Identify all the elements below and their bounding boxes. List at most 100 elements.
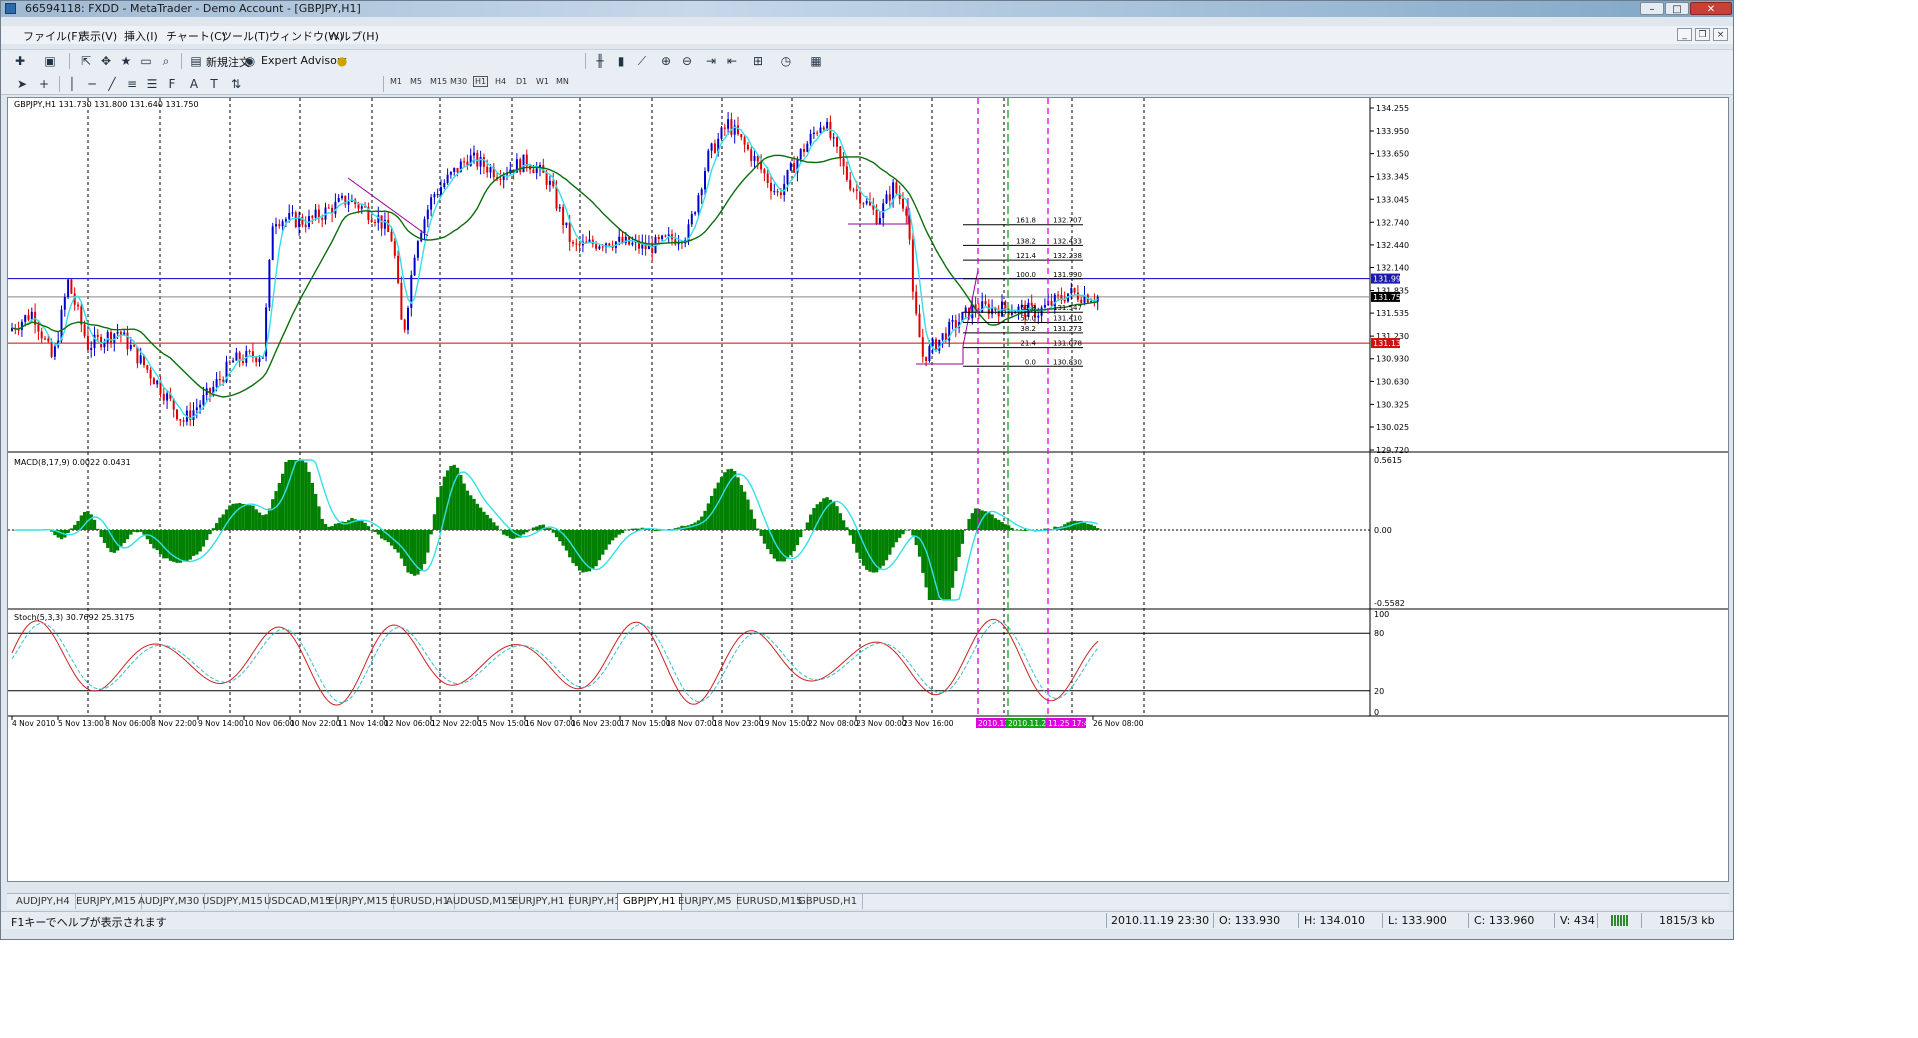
candle-body [964, 307, 967, 313]
menu-chart[interactable]: チャート(C) [166, 28, 226, 44]
timeframe-m1[interactable]: M1 [390, 77, 402, 86]
trendline-icon[interactable]: ╱ [103, 75, 121, 93]
arrows-icon[interactable]: ⇅ [227, 75, 245, 93]
macd-histogram-bar [1092, 525, 1097, 530]
menu-help[interactable]: ヘルプ(H) [329, 28, 379, 44]
zoom-in-icon[interactable]: ⊕ [657, 52, 675, 70]
macd-histogram-bar [422, 530, 427, 564]
candle-body [202, 395, 205, 405]
profiles-icon[interactable]: ▣ [41, 52, 59, 70]
chart-tab[interactable]: GBPJPY,H1 [617, 893, 682, 910]
text-icon[interactable]: A [185, 75, 203, 93]
menu-tools[interactable]: ツール(T) [221, 28, 269, 44]
minimize-button[interactable]: – [1640, 2, 1664, 15]
macd-histogram-bar [208, 530, 212, 535]
chart-tab[interactable]: EURJPY,M5 [673, 894, 738, 909]
macd-histogram-bar [624, 529, 628, 531]
timeframe-m15[interactable]: M15 [430, 77, 447, 86]
new-order-icon[interactable]: ▤ [187, 52, 205, 70]
chart-tab[interactable]: EURJPY,H1 [507, 894, 571, 909]
zoom-out-icon[interactable]: ⊖ [678, 52, 696, 70]
fibonacci-retracement: 161.8 132.707 138.2 132.433 121.4 132.238 100.… [347, 177, 1083, 367]
candle-body [1001, 301, 1003, 317]
terminal-icon[interactable]: ▭ [137, 52, 155, 70]
market-watch-icon[interactable]: ⇱ [77, 52, 95, 70]
candlestick-icon[interactable]: ▮ [612, 52, 630, 70]
maximize-button[interactable]: □ [1665, 2, 1689, 15]
cursor-icon[interactable]: ➤ [13, 75, 31, 93]
candle-body [453, 167, 456, 173]
candle-body [888, 194, 891, 201]
fibo-level-label: 138.2 [1016, 237, 1036, 245]
macd-histogram-bar [908, 529, 912, 530]
status-traffic: 1815/3 kb [1659, 914, 1715, 927]
price-lines [8, 278, 1370, 344]
chart-tab[interactable]: AUDJPY,H4 [11, 894, 76, 909]
timeframe-h4[interactable]: H4 [495, 77, 506, 86]
equidistant-channel-icon[interactable]: ≡ [123, 75, 141, 93]
chart-tab[interactable]: EURJPY,M15 [71, 894, 142, 909]
macd-histogram-bar [779, 530, 783, 562]
mdi-minimize-button[interactable]: _ [1677, 28, 1692, 41]
candle-body [166, 393, 169, 401]
candle-body [436, 194, 439, 196]
stoch-axis-label: 20 [1374, 687, 1384, 696]
new-chart-icon[interactable]: ✚ [11, 52, 29, 70]
strategy-tester-icon[interactable]: ⌕ [157, 52, 175, 70]
line-chart-icon[interactable]: ⟋ [633, 52, 651, 70]
macd-histogram-bar [795, 530, 800, 546]
candle-body [420, 232, 423, 242]
chart-tab[interactable]: EURJPY,M15 [323, 894, 394, 909]
periods-icon[interactable]: ◷ [777, 52, 795, 70]
chart-tab[interactable]: AUDJPY,M30 [133, 894, 206, 909]
timeframe-m5[interactable]: M5 [410, 77, 422, 86]
title-bar[interactable]: 66594118: FXDD - MetaTrader - Demo Accou… [1, 1, 1733, 17]
timeframe-m30[interactable]: M30 [450, 77, 467, 86]
fibo-fan-icon[interactable]: F [163, 75, 181, 93]
chart-shift-icon[interactable]: ⇤ [723, 52, 741, 70]
indicators-icon[interactable]: ⊞ [749, 52, 767, 70]
menu-file[interactable]: ファイル(F) [23, 28, 82, 44]
chart-tab[interactable]: USDJPY,M15 [197, 894, 269, 909]
macd-histogram-bar [162, 530, 166, 559]
candle-body [133, 345, 136, 347]
navigator-icon[interactable]: ★ [117, 52, 135, 70]
expert-status-icon[interactable]: ● [333, 52, 351, 70]
candle-body [149, 369, 152, 379]
candle-body [463, 161, 466, 163]
macd-histogram-bar [832, 501, 836, 530]
chart-canvas[interactable]: 161.8 132.707 138.2 132.433 121.4 132.238 100.… [8, 98, 1728, 881]
timeframe-d1[interactable]: D1 [516, 77, 527, 86]
timeframe-h1[interactable]: H1 [473, 76, 489, 87]
horizontal-line-icon[interactable]: ─ [83, 75, 101, 93]
timeframe-mn[interactable]: MN [556, 77, 569, 86]
grid-lines [8, 98, 1728, 717]
mdi-close-button[interactable]: × [1713, 28, 1728, 41]
crosshair-icon[interactable]: + [35, 75, 53, 93]
expert-advisors-icon[interactable]: ◉ [241, 52, 259, 70]
macd-histogram-bar [399, 530, 404, 559]
chart-window[interactable]: 161.8 132.707 138.2 132.433 121.4 132.238 100.… [7, 97, 1729, 882]
mdi-controls: _ ❐ × [1677, 28, 1731, 42]
close-button[interactable]: ✕ [1690, 2, 1732, 15]
candle-body [1057, 294, 1060, 296]
auto-scroll-icon[interactable]: ⇥ [702, 52, 720, 70]
chart-tab[interactable]: GBPUSD,H1 [793, 894, 864, 909]
macd-histogram-bar [69, 528, 74, 530]
fibonacci-icon[interactable]: ☰ [143, 75, 161, 93]
status-low: L: 133.900 [1388, 914, 1447, 927]
macd-histogram-bar [185, 530, 189, 562]
vertical-line-icon[interactable]: │ [63, 75, 81, 93]
menu-insert[interactable]: 挿入(I) [124, 28, 158, 44]
bar-chart-icon[interactable]: ╫ [591, 52, 609, 70]
timeframe-w1[interactable]: W1 [536, 77, 549, 86]
templates-icon[interactable]: ▦ [807, 52, 825, 70]
candle-body [935, 339, 937, 351]
macd-histogram-bar [743, 491, 747, 530]
symbol-header: GBPJPY,H1 131.730 131.800 131.640 131.75… [14, 100, 199, 109]
menu-view[interactable]: 表示(V) [79, 28, 117, 44]
data-window-icon[interactable]: ✥ [97, 52, 115, 70]
macd-histogram-bar [759, 530, 763, 536]
text-label-icon[interactable]: T [205, 75, 223, 93]
mdi-restore-button[interactable]: ❐ [1695, 28, 1710, 41]
